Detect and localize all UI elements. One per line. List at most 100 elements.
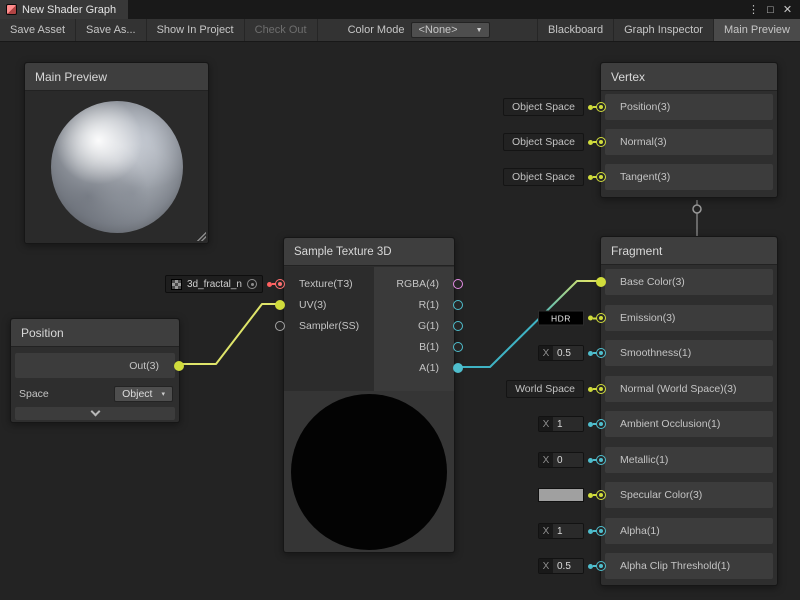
port-alpha[interactable]	[596, 526, 606, 536]
resize-handle[interactable]	[196, 231, 206, 241]
smoothness-float-field[interactable]: X0.5	[538, 345, 602, 361]
port-label: Ambient Occlusion(1)	[620, 418, 720, 430]
port-label: A(1)	[419, 362, 439, 374]
alpha-clip-threshold-float-field[interactable]: X0.5	[538, 558, 602, 574]
save-asset-button[interactable]: Save Asset	[0, 19, 76, 41]
toolbar: Save Asset Save As... Show In Project Ch…	[0, 19, 800, 42]
port-specular-color[interactable]	[596, 490, 606, 500]
port-position[interactable]	[596, 102, 606, 112]
main-preview-header[interactable]: Main Preview	[25, 63, 208, 91]
fragment-row-specular-color: Specular Color(3)	[605, 482, 773, 508]
position-space-badge[interactable]: Object Space	[503, 98, 602, 116]
fragment-row-metallic: X0 Metallic(1)	[605, 447, 773, 473]
sample-row-b: B(1)	[374, 337, 454, 357]
toolbar-right: Blackboard Graph Inspector Main Preview	[537, 19, 800, 41]
texture-object-field[interactable]: 3d_fractal_n	[165, 275, 281, 293]
sample-row-g: G(1)	[374, 316, 454, 336]
port-out[interactable]	[174, 361, 184, 371]
document-tab[interactable]: New Shader Graph	[0, 0, 128, 19]
port-g[interactable]	[453, 321, 463, 331]
position-node[interactable]: Position Out(3) Space Object ▾	[10, 318, 180, 423]
sample-node-header[interactable]: Sample Texture 3D	[284, 238, 454, 266]
preview-sphere[interactable]	[51, 101, 183, 233]
fragment-node[interactable]: Fragment Base Color(3) HDR Emission(3) X…	[600, 236, 778, 586]
color-mode-value: <None>	[418, 24, 457, 36]
port-label: Smoothness(1)	[620, 347, 691, 359]
save-as-button[interactable]: Save As...	[76, 19, 147, 41]
sample-texture-3d-node[interactable]: Sample Texture 3D 3d_fractal_n Texture(T…	[283, 237, 455, 553]
vertex-node[interactable]: Vertex Object Space Position(3) Object S…	[600, 62, 778, 198]
port-b[interactable]	[453, 342, 463, 352]
sample-row-rgba: RGBA(4)	[374, 274, 454, 294]
port-alpha-clip-threshold[interactable]	[596, 561, 606, 571]
chevron-down-icon: ▾	[161, 390, 165, 398]
port-label: Position(3)	[620, 101, 670, 113]
port-label: Specular Color(3)	[620, 489, 702, 501]
metallic-float-field[interactable]: X0	[538, 452, 602, 468]
port-uv[interactable]	[275, 300, 285, 310]
main-preview-button[interactable]: Main Preview	[713, 19, 800, 41]
port-label: Tangent(3)	[620, 171, 670, 183]
port-texture[interactable]	[275, 279, 285, 289]
tangent-space-badge[interactable]: Object Space	[503, 168, 602, 186]
menu-icon[interactable]: ⋮	[745, 3, 762, 16]
fragment-row-smoothness: X0.5 Smoothness(1)	[605, 340, 773, 366]
ambient-occlusion-float-field[interactable]: X1	[538, 416, 602, 432]
main-preview-body	[25, 91, 208, 243]
chevron-down-icon: ▼	[476, 27, 483, 34]
port-normal[interactable]	[596, 137, 606, 147]
vertex-node-header[interactable]: Vertex	[601, 63, 777, 91]
fragment-row-base-color: Base Color(3)	[605, 269, 773, 295]
port-rgba[interactable]	[453, 279, 463, 289]
port-label: Metallic(1)	[620, 454, 668, 466]
vertex-row-tangent: Object Space Tangent(3)	[605, 164, 773, 190]
expand-toggle[interactable]	[15, 407, 175, 420]
check-out-button[interactable]: Check Out	[245, 19, 318, 41]
fragment-node-header[interactable]: Fragment	[601, 237, 777, 265]
color-mode-dropdown[interactable]: <None> ▼	[411, 22, 489, 38]
port-label: UV(3)	[299, 299, 326, 311]
hdr-color-swatch[interactable]: HDR	[538, 311, 602, 326]
object-picker-icon[interactable]	[247, 279, 257, 289]
port-r[interactable]	[453, 300, 463, 310]
close-icon[interactable]: ✕	[779, 3, 796, 16]
specular-color-swatch[interactable]	[538, 488, 602, 502]
port-label: Alpha Clip Threshold(1)	[620, 560, 730, 572]
position-node-title: Position	[21, 326, 64, 340]
main-preview-title: Main Preview	[35, 70, 107, 84]
blackboard-button[interactable]: Blackboard	[537, 19, 613, 41]
graph-inspector-button[interactable]: Graph Inspector	[613, 19, 713, 41]
world-space-badge[interactable]: World Space	[506, 380, 602, 398]
sample-row-r: R(1)	[374, 295, 454, 315]
port-ambient-occlusion[interactable]	[596, 419, 606, 429]
sample-row-a: A(1)	[374, 358, 454, 378]
port-smoothness[interactable]	[596, 348, 606, 358]
node-preview-sphere	[291, 394, 447, 550]
normal-space-badge[interactable]: Object Space	[503, 133, 602, 151]
port-tangent[interactable]	[596, 172, 606, 182]
position-node-header[interactable]: Position	[11, 319, 179, 347]
maximize-icon[interactable]: □	[762, 4, 779, 16]
port-label: Normal (World Space)(3)	[620, 383, 737, 395]
main-preview-panel[interactable]: Main Preview	[24, 62, 209, 244]
tab-title: New Shader Graph	[22, 4, 116, 16]
space-dropdown[interactable]: Object ▾	[114, 386, 173, 402]
alpha-float-field[interactable]: X1	[538, 523, 602, 539]
texture-thumbnail-icon	[171, 279, 182, 290]
port-base-color[interactable]	[596, 277, 606, 287]
fragment-row-alpha-clip: X0.5 Alpha Clip Threshold(1)	[605, 553, 773, 579]
port-a[interactable]	[453, 363, 463, 373]
fragment-row-ambient-occlusion: X1 Ambient Occlusion(1)	[605, 411, 773, 437]
port-normal-world-space[interactable]	[596, 384, 606, 394]
fragment-row-emission: HDR Emission(3)	[605, 305, 773, 331]
show-in-project-button[interactable]: Show In Project	[147, 19, 245, 41]
port-label: Base Color(3)	[620, 276, 685, 288]
port-label: R(1)	[419, 299, 439, 311]
port-metallic[interactable]	[596, 455, 606, 465]
expand-chevron-icon	[90, 407, 100, 417]
port-label: Out(3)	[129, 360, 159, 372]
port-label: Texture(T3)	[299, 278, 353, 290]
port-emission[interactable]	[596, 313, 606, 323]
space-value: Object	[122, 388, 152, 400]
port-sampler[interactable]	[275, 321, 285, 331]
